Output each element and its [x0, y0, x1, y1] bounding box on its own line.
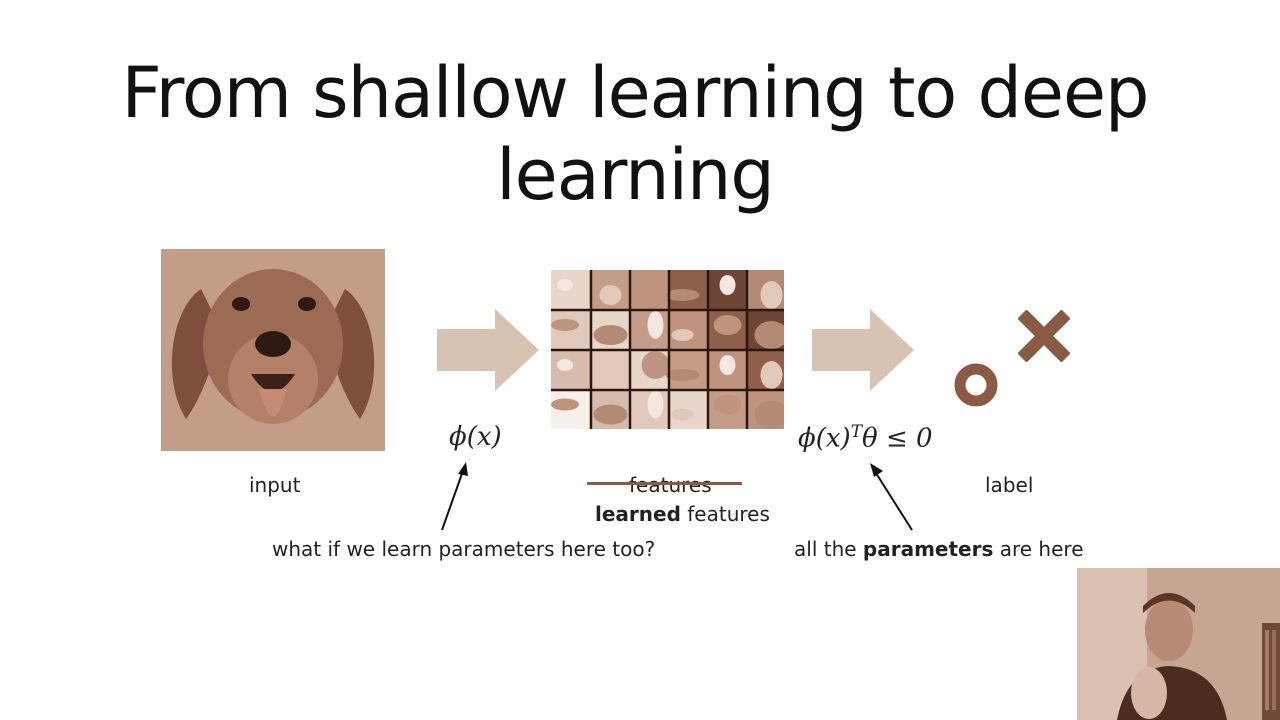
phi-x-formula: ϕ(x) [449, 422, 502, 452]
feature-blob [760, 281, 783, 309]
arrow-icon [437, 309, 539, 391]
annotation-arrow-left [441, 462, 468, 531]
decision-rest-text: θ ≤ 0 [862, 423, 933, 454]
feature-blob [593, 404, 628, 425]
feature-blob [719, 275, 736, 295]
feature-cell [551, 350, 591, 390]
feature-blob [665, 369, 700, 381]
annotation-right-pre: all the [794, 537, 863, 561]
annotation-arrow-right [870, 463, 913, 531]
presenter-webcam-image [1077, 568, 1280, 720]
label-caption: label [985, 473, 1034, 497]
features-struck-label: features [629, 473, 712, 497]
transpose-sup: T [850, 422, 863, 442]
slide-title: From shallow learning to deep learning [121, 52, 1150, 216]
feature-blob [760, 361, 783, 389]
feature-blob [557, 279, 573, 291]
feature-blob [713, 315, 742, 335]
learned-bold-text: learned [595, 502, 681, 526]
learned-features-grid-image [551, 270, 784, 429]
feature-blob [551, 319, 579, 331]
feature-blob [671, 329, 694, 341]
feature-blob [557, 359, 573, 371]
arrow-icon [812, 309, 914, 391]
feature-blob [665, 289, 700, 301]
feature-blob [719, 355, 736, 375]
feature-blob [647, 311, 664, 339]
annotation-left-text: what if we learn parameters here too? [272, 537, 656, 561]
circle-o-icon [954, 363, 998, 407]
decision-phi-text: ϕ(x) [798, 423, 851, 454]
feature-blob [641, 351, 670, 379]
phi-x-text: ϕ(x) [449, 422, 502, 452]
feature-blob [713, 394, 742, 415]
learned-features-label: learned features [595, 502, 770, 526]
cross-x-icon [1018, 310, 1070, 362]
strikethrough-line [587, 482, 742, 485]
learned-rest-text: features [680, 502, 770, 526]
feature-blob [647, 390, 664, 419]
feature-blob [593, 325, 628, 345]
annotation-right-text: all the parameters are here [794, 537, 1084, 561]
input-label: input [249, 473, 301, 497]
feature-cell [551, 270, 591, 310]
feature-blob [671, 408, 694, 421]
annotation-right-post: are here [993, 537, 1084, 561]
dog-input-image [161, 249, 385, 451]
feature-blob [551, 398, 579, 411]
feature-blob [641, 271, 670, 299]
feature-blob [599, 285, 622, 305]
decision-rule-formula: ϕ(x)Tθ ≤ 0 [798, 422, 933, 454]
feature-blob [599, 365, 622, 385]
annotation-right-bold: parameters [862, 537, 994, 561]
